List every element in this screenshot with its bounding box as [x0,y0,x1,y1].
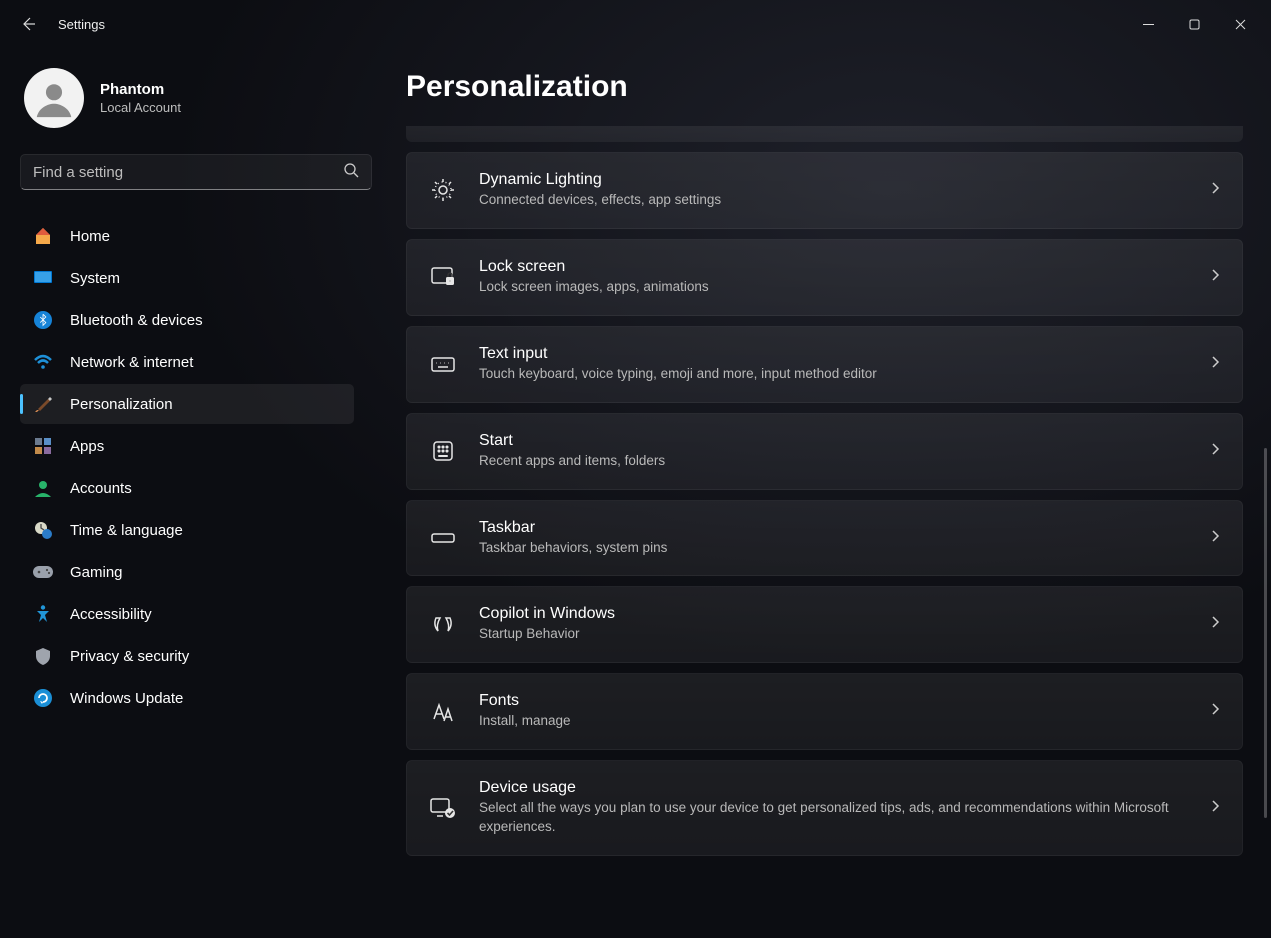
main-content: Personalization Dynamic Lighting Connect… [370,48,1271,938]
chevron-right-icon [1210,615,1220,634]
sidebar-item-label: Personalization [70,396,173,413]
card-desc: Taskbar behaviors, system pins [479,539,1188,558]
sidebar-item-privacy[interactable]: Privacy & security [20,636,354,676]
wifi-icon [32,351,54,373]
sidebar-item-label: Bluetooth & devices [70,312,203,329]
chevron-right-icon [1210,181,1220,200]
search-icon [343,162,359,183]
sidebar-item-windows-update[interactable]: Windows Update [20,678,354,718]
device-usage-icon [429,794,457,822]
titlebar: Settings [0,0,1271,48]
chevron-right-icon [1210,442,1220,461]
start-icon [429,437,457,465]
sidebar-item-label: Network & internet [70,354,193,371]
avatar [24,68,84,128]
bluetooth-icon [32,309,54,331]
profile-sub: Local Account [100,100,181,115]
copilot-icon [429,611,457,639]
sidebar-item-time-language[interactable]: Time & language [20,510,354,550]
paintbrush-icon [32,393,54,415]
card-title: Lock screen [479,258,1188,276]
page-title: Personalization [406,70,1243,104]
close-button[interactable] [1217,8,1263,40]
card-device-usage[interactable]: Device usage Select all the ways you pla… [406,760,1243,856]
sidebar-item-label: Apps [70,438,104,455]
minimize-button[interactable] [1125,8,1171,40]
chevron-right-icon [1210,529,1220,548]
card-fonts[interactable]: Fonts Install, manage [406,673,1243,750]
accounts-icon [32,477,54,499]
scrollbar-thumb[interactable] [1264,448,1267,818]
sidebar-item-label: Home [70,228,110,245]
card-desc: Install, manage [479,712,1188,731]
sidebar-item-apps[interactable]: Apps [20,426,354,466]
sidebar-item-label: Accounts [70,480,132,497]
dynamic-lighting-icon [429,176,457,204]
window-title: Settings [58,17,105,32]
card-desc: Touch keyboard, voice typing, emoji and … [479,365,1188,384]
card-title: Copilot in Windows [479,605,1188,623]
sidebar-item-system[interactable]: System [20,258,354,298]
shield-icon [32,645,54,667]
sidebar-item-bluetooth[interactable]: Bluetooth & devices [20,300,354,340]
sidebar-item-gaming[interactable]: Gaming [20,552,354,592]
maximize-button[interactable] [1171,8,1217,40]
sidebar-item-label: Accessibility [70,606,152,623]
fonts-icon [429,698,457,726]
chevron-right-icon [1210,799,1220,818]
card-title: Dynamic Lighting [479,171,1188,189]
clock-globe-icon [32,519,54,541]
card-taskbar[interactable]: Taskbar Taskbar behaviors, system pins [406,500,1243,577]
nav-list: Home System Bluetooth & devices [20,216,354,718]
card-desc: Select all the ways you plan to use your… [479,799,1188,837]
sidebar-item-accounts[interactable]: Accounts [20,468,354,508]
sidebar-item-label: Gaming [70,564,123,581]
chevron-right-icon [1210,268,1220,287]
home-icon [32,225,54,247]
update-icon [32,687,54,709]
sidebar-item-label: System [70,270,120,287]
chevron-right-icon [1210,355,1220,374]
system-icon [32,267,54,289]
card-text-input[interactable]: Text input Touch keyboard, voice typing,… [406,326,1243,403]
card-desc: Connected devices, effects, app settings [479,191,1188,210]
accessibility-icon [32,603,54,625]
card-dynamic-lighting[interactable]: Dynamic Lighting Connected devices, effe… [406,152,1243,229]
card-title: Text input [479,345,1188,363]
lock-screen-icon [429,263,457,291]
keyboard-icon [429,350,457,378]
card-desc: Lock screen images, apps, animations [479,278,1188,297]
card-desc: Recent apps and items, folders [479,452,1188,471]
apps-icon [32,435,54,457]
sidebar-item-label: Privacy & security [70,648,189,665]
profile-name: Phantom [100,81,181,98]
card-title: Start [479,432,1188,450]
card-lock-screen[interactable]: Lock screen Lock screen images, apps, an… [406,239,1243,316]
profile-block[interactable]: Phantom Local Account [20,68,354,128]
sidebar-item-label: Time & language [70,522,183,539]
sidebar-item-label: Windows Update [70,690,183,707]
card-start[interactable]: Start Recent apps and items, folders [406,413,1243,490]
gaming-icon [32,561,54,583]
card-desc: Startup Behavior [479,625,1188,644]
card-title: Fonts [479,692,1188,710]
search-box[interactable] [20,154,372,190]
chevron-right-icon [1210,702,1220,721]
sidebar: Phantom Local Account Home [0,48,370,938]
sidebar-item-home[interactable]: Home [20,216,354,256]
back-button[interactable] [8,4,48,44]
card-title: Taskbar [479,519,1188,537]
partial-previous-card[interactable] [406,126,1243,142]
sidebar-item-network[interactable]: Network & internet [20,342,354,382]
taskbar-icon [429,524,457,552]
sidebar-item-accessibility[interactable]: Accessibility [20,594,354,634]
sidebar-item-personalization[interactable]: Personalization [20,384,354,424]
card-title: Device usage [479,779,1188,797]
search-input[interactable] [33,164,343,181]
card-copilot[interactable]: Copilot in Windows Startup Behavior [406,586,1243,663]
